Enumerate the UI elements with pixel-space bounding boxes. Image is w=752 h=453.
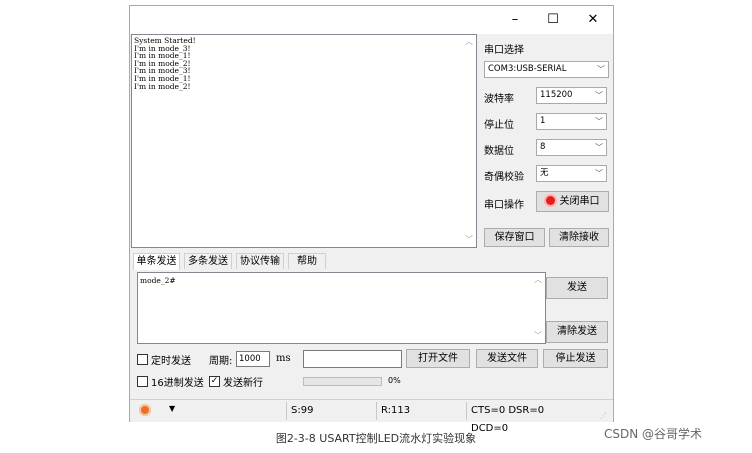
send-textarea[interactable]: mode_2# ︿ ﹀ xyxy=(137,272,546,344)
parity-value: 无 xyxy=(540,168,549,178)
receive-textarea[interactable]: System Started! I'm in mode_3! I'm in mo… xyxy=(131,34,477,248)
stop-send-button[interactable]: 停止发送 xyxy=(543,349,608,368)
minimize-button[interactable]: – xyxy=(497,6,533,34)
chevron-down-icon: ﹀ xyxy=(595,143,603,152)
timed-send-checkbox[interactable] xyxy=(137,354,148,365)
dropdown-arrow-icon[interactable]: ▼ xyxy=(169,404,175,413)
stop-bits-label: 停止位 xyxy=(484,120,514,131)
period-unit: ms xyxy=(276,353,291,364)
send-text: mode_2# xyxy=(140,276,176,285)
close-port-label: 关闭串口 xyxy=(559,196,600,207)
port-op-label: 串口操作 xyxy=(484,200,524,211)
tab-multi-send[interactable]: 多条发送 xyxy=(184,253,232,269)
data-bits-value: 8 xyxy=(540,142,546,152)
serial-assistant-window: – ☐ ✕ System Started! I'm in mode_3! I'm… xyxy=(129,5,614,434)
hex-send-label: 16进制发送 xyxy=(151,378,204,389)
chevron-down-icon: ﹀ xyxy=(595,117,603,126)
save-window-button[interactable]: 保存窗口 xyxy=(484,228,545,247)
clear-receive-button[interactable]: 清除接收 xyxy=(549,228,609,247)
stop-bits-value: 1 xyxy=(540,116,546,126)
scroll-down-icon[interactable]: ﹀ xyxy=(462,233,476,247)
data-bits-label: 数据位 xyxy=(484,146,514,157)
line-status: CTS=0 DSR=0 DCD=0 xyxy=(466,402,584,434)
stop-bits-select[interactable]: 1 ﹀ xyxy=(536,113,607,130)
tab-help[interactable]: 帮助 xyxy=(288,253,326,269)
send-scrollbar[interactable]: ︿ ﹀ xyxy=(531,273,545,343)
parity-select[interactable]: 无 ﹀ xyxy=(536,165,607,182)
title-bar: – ☐ ✕ xyxy=(130,6,613,34)
baud-label: 波特率 xyxy=(484,94,514,105)
status-icon[interactable] xyxy=(139,404,151,416)
send-button[interactable]: 发送 xyxy=(546,277,608,299)
parity-label: 奇偶校验 xyxy=(484,172,524,183)
sent-count: S:99 xyxy=(286,402,376,420)
close-port-button[interactable]: 关闭串口 xyxy=(536,191,609,212)
timed-send-label: 定时发送 xyxy=(151,356,191,367)
close-button[interactable]: ✕ xyxy=(575,6,611,34)
progress-text: 0% xyxy=(388,376,401,385)
send-newline-label: 发送新行 xyxy=(223,378,263,389)
baud-value: 115200 xyxy=(540,90,573,100)
clear-send-button[interactable]: 清除发送 xyxy=(546,321,608,343)
record-icon xyxy=(545,196,555,205)
open-file-button[interactable]: 打开文件 xyxy=(406,349,470,368)
send-file-button[interactable]: 发送文件 xyxy=(476,349,538,368)
receive-scrollbar[interactable]: ︿ ﹀ xyxy=(462,35,476,247)
scroll-up-icon[interactable]: ︿ xyxy=(462,35,476,49)
received-count: R:113 xyxy=(376,402,466,420)
scroll-down-icon[interactable]: ﹀ xyxy=(531,329,545,343)
status-bar: ▼ S:99 R:113 CTS=0 DSR=0 DCD=0 ⋰ xyxy=(130,399,613,434)
port-value: COM3:USB-SERIAL xyxy=(488,64,567,74)
baud-select[interactable]: 115200 ﹀ xyxy=(536,87,607,104)
tab-protocol[interactable]: 协议传输 xyxy=(236,253,284,269)
resize-grip-icon[interactable]: ⋰ xyxy=(600,412,607,420)
receive-text: System Started! I'm in mode_3! I'm in mo… xyxy=(134,36,196,91)
send-newline-checkbox[interactable]: ✓ xyxy=(209,376,220,387)
scroll-up-icon[interactable]: ︿ xyxy=(531,273,545,287)
period-input[interactable]: 1000 xyxy=(236,351,270,367)
port-label: 串口选择 xyxy=(484,45,524,56)
file-path-input[interactable] xyxy=(303,350,402,368)
tab-single-send[interactable]: 单条发送 xyxy=(133,253,180,270)
send-progress-bar xyxy=(303,377,382,386)
watermark: CSDN @谷哥学术 xyxy=(604,427,703,441)
chevron-down-icon: ﹀ xyxy=(595,91,603,100)
maximize-button[interactable]: ☐ xyxy=(535,6,571,34)
hex-send-checkbox[interactable] xyxy=(137,376,148,387)
port-select[interactable]: COM3:USB-SERIAL ﹀ xyxy=(484,61,609,78)
chevron-down-icon: ﹀ xyxy=(595,169,603,178)
period-label: 周期: xyxy=(209,356,233,367)
data-bits-select[interactable]: 8 ﹀ xyxy=(536,139,607,156)
chevron-down-icon: ﹀ xyxy=(597,65,605,74)
checkmark-icon: ✓ xyxy=(210,376,219,386)
